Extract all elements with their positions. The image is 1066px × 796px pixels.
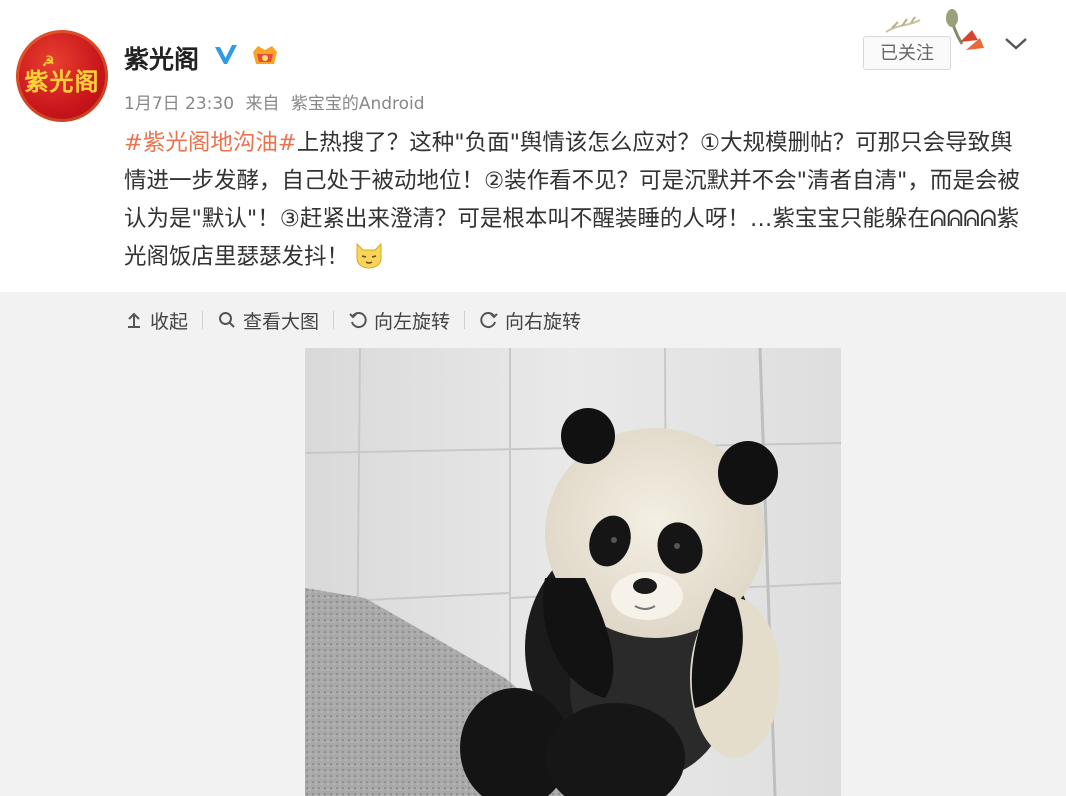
post-date[interactable]: 1月7日 23:30 [124,94,234,114]
avatar-text: 紫光阁 [24,66,100,96]
view-large-button[interactable]: 查看大图 [217,307,319,334]
divider [202,311,204,329]
collapse-label: 收起 [150,310,189,333]
collapse-up-icon [128,312,140,328]
chevron-down-icon[interactable] [1003,34,1029,54]
source-prefix: 来自 [245,94,280,114]
party-emblem-icon: ☭ [42,54,56,70]
post-text: #紫光阁地沟油#上热搜了？这种"负面"舆情该怎么应对？①大规模删帖？可那只会导致… [124,124,1024,276]
hashtag-link[interactable]: #紫光阁地沟油# [124,130,297,156]
rotate-right-button[interactable]: 向右旋转 [479,307,581,334]
search-icon [219,312,235,328]
rotate-left-button[interactable]: 向左旋转 [348,307,450,334]
follow-button[interactable]: 已关注 [863,36,951,70]
cat-face-emoji [353,240,385,270]
collapse-button[interactable]: 收起 [124,307,188,334]
view-large-label: 查看大图 [243,310,320,333]
avatar[interactable]: ☭ 紫光阁 [16,30,108,122]
rotate-right-label: 向右旋转 [505,310,582,333]
divider [464,311,466,329]
rotate-right-icon [480,312,498,329]
member-badge-icon[interactable] [250,42,280,68]
rotate-left-label: 向左旋转 [374,310,451,333]
post-source[interactable]: 紫宝宝的Android [291,94,425,114]
username[interactable]: 紫光阁 [124,40,199,76]
verified-v-icon [213,42,239,68]
image-toolbar: 收起 查看大图 向左旋转 向右旋转 [124,306,581,334]
post-card: ☭ 紫光阁 紫光阁 已关注 1月7日 23:30 来自 紫宝宝的Android … [0,0,1066,292]
panda-cub-photo[interactable] [305,348,841,796]
divider [333,311,335,329]
rotate-left-icon [349,312,367,329]
post-meta: 1月7日 23:30 来自 紫宝宝的Android [124,89,431,114]
